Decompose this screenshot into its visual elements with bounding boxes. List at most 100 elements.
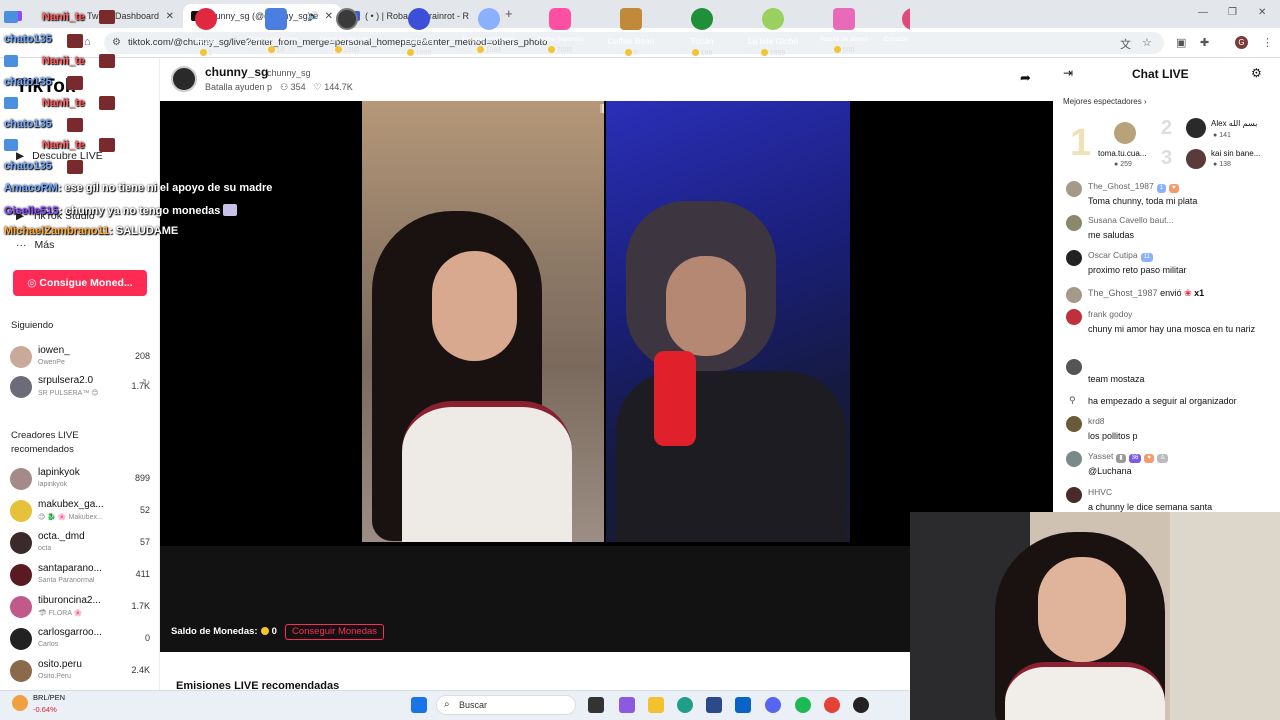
overlay-chat-line: chato135 — [4, 33, 52, 45]
chat-badge-icon — [4, 139, 18, 151]
chat-message[interactable]: The_Ghost_1987 1 ♥ Toma chunny, toda mi pl… — [1066, 181, 1271, 209]
close-window-icon[interactable]: ✕ — [1258, 7, 1266, 18]
menu-icon[interactable]: ⋮ — [1262, 36, 1273, 49]
level-badge: 1 — [1156, 184, 1167, 193]
windows-start-icon[interactable] — [411, 697, 427, 713]
gift-item[interactable]: Corazón — [872, 8, 910, 68]
collapse-chat-icon[interactable]: ⇥ — [1063, 66, 1073, 80]
get-coins-link[interactable]: Conseguir Monedas — [285, 624, 385, 640]
stocks-icon[interactable] — [12, 695, 28, 711]
home-icon[interactable]: ⌂ — [84, 36, 91, 48]
creator-item[interactable]: osito.peru Osito.Peru 2.4K — [10, 658, 155, 686]
emote-icon — [223, 204, 238, 216]
get-coins-button[interactable]: ◎ Consigue Moned... — [13, 270, 147, 296]
following-item[interactable]: srpulsera2.0 SR PULSERA™ 😊 1.7K — [10, 374, 155, 402]
nav-mas[interactable]: ··· Más — [16, 239, 54, 251]
copilot-icon[interactable] — [619, 697, 635, 713]
creator-item[interactable]: lapinkyok lapinkyok 899 — [10, 466, 155, 494]
gift-item[interactable]: Galaxia 1000 — [384, 8, 454, 68]
creator-item[interactable]: tiburoncina2... 🦈 FLORA 🌸 1.7K — [10, 594, 155, 622]
emote-icon — [99, 54, 115, 68]
extension-icon[interactable]: ▣ — [1176, 36, 1186, 49]
gift-item[interactable]: Debut en las carr... 1500 — [312, 8, 382, 68]
avatar[interactable] — [1186, 118, 1206, 138]
more-icon: ··· — [16, 239, 27, 251]
chrome-icon[interactable] — [824, 697, 840, 713]
share-icon[interactable]: ➦ — [1020, 70, 1031, 86]
profile-avatar[interactable]: G — [1235, 36, 1248, 49]
following-title: Siguiendo — [11, 320, 54, 331]
gift-icon — [478, 8, 500, 30]
creator-item[interactable]: octa._dmd octa 57 — [10, 530, 155, 558]
discord-icon[interactable] — [765, 697, 781, 713]
obs-icon[interactable] — [853, 697, 869, 713]
gift-icon — [265, 8, 287, 30]
video-left-stream — [362, 101, 604, 542]
avatar — [10, 468, 32, 490]
creator-item[interactable]: carlosgarroo... Carlos 0 — [10, 626, 155, 654]
gift-item[interactable]: Coffee Bean 5 — [596, 8, 666, 68]
gift-item[interactable]: Paso para el ove... 10 — [241, 8, 311, 68]
avatar[interactable] — [1114, 122, 1136, 144]
chat-message[interactable]: HHVC a chunny le dice semana santa — [1066, 487, 1271, 512]
gift-item[interactable]: Fuegos artificiales 1088 — [454, 8, 524, 68]
chat-message[interactable]: team mostaza — [1066, 359, 1271, 389]
top-viewers-title[interactable]: Mejores espectadores › — [1063, 97, 1147, 106]
avatar — [1066, 416, 1082, 432]
chat-message[interactable]: Yasset ▮ 36 ♥ ♙ @Luchana — [1066, 451, 1271, 479]
creator-item[interactable]: makubex_ga... 😊 🐉 🌸 Makubex... 52 — [10, 498, 155, 526]
gift-icon — [833, 8, 855, 30]
taskbar-search[interactable]: ⌕ Buscar — [436, 695, 576, 715]
avatar — [10, 346, 32, 368]
rank-number: 2 — [1161, 117, 1173, 139]
emote-icon — [99, 96, 115, 110]
task-view-icon[interactable] — [588, 697, 604, 713]
chat-message[interactable]: frank godoy chuny mi amor hay una mosca … — [1066, 309, 1271, 349]
store-icon[interactable] — [706, 697, 722, 713]
outlook-icon[interactable] — [735, 697, 751, 713]
following-item[interactable]: iowen_ OwenPe 208 — [10, 344, 155, 372]
gift-item[interactable]: Coche deportivo 7000 — [525, 8, 595, 68]
maximize-icon[interactable]: ❐ — [1228, 7, 1237, 18]
streamer-avatar[interactable] — [171, 66, 197, 92]
coin-icon — [547, 46, 555, 53]
avatar — [1066, 451, 1082, 467]
left-sidebar: TikTok ▶ Descubre LIVE ▶ TikTok Studio ·… — [0, 58, 160, 690]
minimize-icon[interactable]: — — [1198, 7, 1208, 18]
coin-icon — [833, 46, 841, 53]
gift-item[interactable]: Tucán 199 — [667, 8, 737, 68]
edge-icon[interactable] — [677, 697, 693, 713]
chat-badge-icon — [4, 11, 18, 23]
gift-item[interactable]: La Isla Globo 1999 — [738, 8, 808, 68]
star-icon[interactable]: ☆ — [1142, 36, 1152, 49]
chat-badge-icon — [4, 97, 18, 109]
gift-icon — [408, 8, 430, 30]
avatar[interactable] — [1186, 149, 1206, 169]
gear-icon[interactable]: ⚙ — [1251, 66, 1262, 80]
site-info-icon[interactable]: ⚙ — [112, 32, 121, 54]
chat-message[interactable]: Susana Cavello baut... me saludas — [1066, 215, 1271, 243]
overlay-chat-line: Nanii_te — [42, 11, 85, 23]
emote-icon — [99, 10, 115, 24]
refresh-icon[interactable]: ↻ — [142, 378, 150, 389]
tab-twitch[interactable]: Twitch Dashboard ✕ — [4, 4, 182, 28]
translate-icon[interactable]: 文 — [1120, 36, 1131, 52]
chat-gift-message[interactable]: The_Ghost_1987 envió ❀ x1 — [1066, 287, 1271, 305]
gift-item[interactable]: Rosa 1 — [171, 8, 241, 68]
emote-icon — [67, 76, 83, 90]
creator-item[interactable]: santaparano... Santa Paranormal 411 — [10, 562, 155, 590]
gift-icon — [902, 8, 910, 30]
fan-badge: ♥ — [1169, 184, 1179, 193]
avatar — [1066, 287, 1082, 303]
spotify-icon[interactable] — [795, 697, 811, 713]
avatar — [1066, 359, 1082, 375]
puzzle-icon[interactable]: ✚ — [1200, 36, 1209, 49]
file-explorer-icon[interactable] — [648, 697, 664, 713]
chat-message[interactable]: krd8 los pollitos p — [1066, 416, 1271, 444]
coin-icon — [267, 46, 275, 53]
overlay-chat-line: chato135 — [4, 118, 52, 130]
chat-message[interactable]: Oscar Cutipa 11 proximo reto paso militar — [1066, 250, 1271, 278]
overlay-chat-line: AmacoRM: ese gil no tiene ni el apoyo de… — [4, 182, 273, 194]
rank-number: 3 — [1161, 147, 1173, 169]
gift-item[interactable]: Pistola de dinero 500 — [809, 8, 879, 68]
